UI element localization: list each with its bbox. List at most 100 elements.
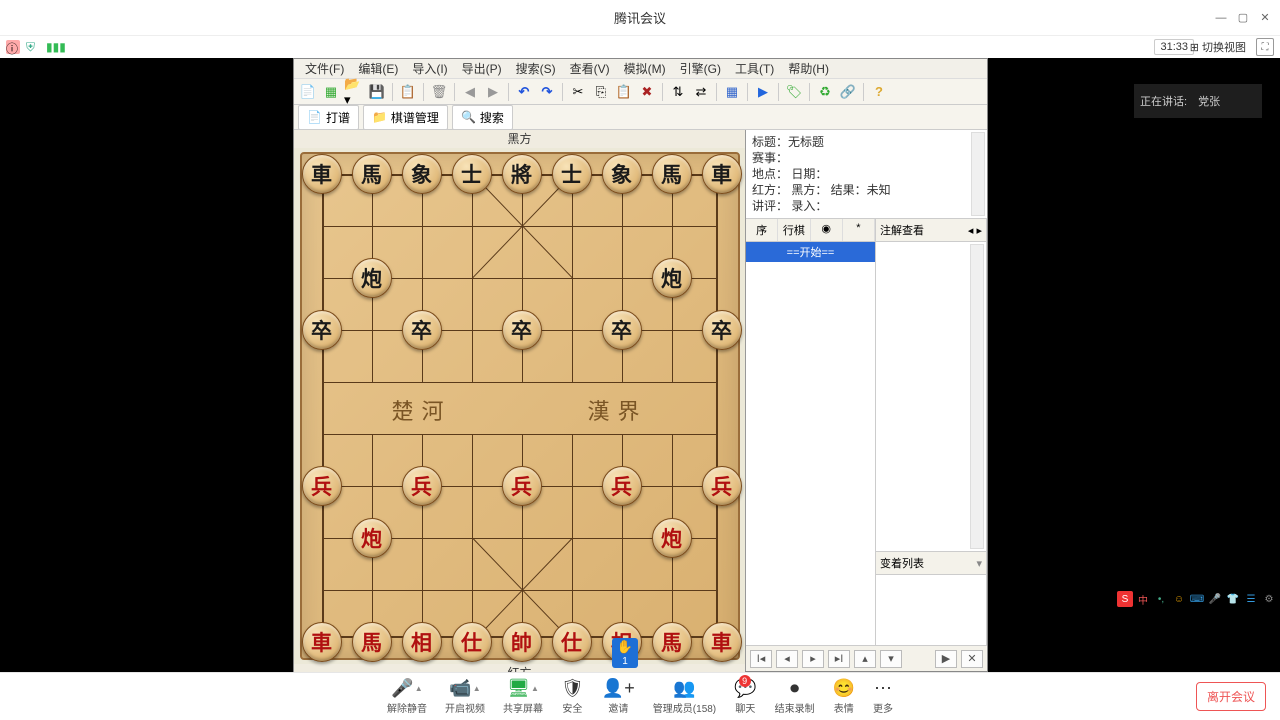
ime-bar[interactable]: S 中 •, ☺ ⌨ 🎤 👕 ☰ ⚙ — [1114, 590, 1280, 608]
piece-red-車[interactable]: 車 — [302, 622, 342, 662]
tab-棋谱管理[interactable]: 📁棋谱管理 — [363, 105, 448, 130]
menu-导入[interactable]: 导入(I) — [406, 58, 453, 79]
move-row-selected[interactable]: ==开始== — [746, 242, 875, 262]
undo-icon[interactable]: ↶ — [514, 82, 534, 102]
open-icon[interactable]: ▦ — [321, 82, 341, 102]
info-icon[interactable]: ⓘ — [6, 40, 20, 54]
piece-red-兵[interactable]: 兵 — [702, 466, 742, 506]
link-icon[interactable]: 🔗 — [838, 82, 858, 102]
piece-red-帥[interactable]: 帥 — [502, 622, 542, 662]
delete-icon[interactable]: 🗑 — [429, 82, 449, 102]
piece-black-炮[interactable]: 炮 — [352, 258, 392, 298]
piece-black-象[interactable]: 象 — [402, 154, 442, 194]
piece-red-仕[interactable]: 仕 — [552, 622, 592, 662]
new-icon[interactable]: 📄 — [298, 82, 318, 102]
piece-red-兵[interactable]: 兵 — [502, 466, 542, 506]
sort-icon[interactable]: ⇅ — [668, 82, 688, 102]
ime-sogou-icon[interactable]: S — [1117, 591, 1133, 607]
scrollbar[interactable] — [970, 244, 984, 549]
ime-skin-icon[interactable]: 👕 — [1225, 591, 1241, 607]
toolbar-安全[interactable]: 🛡安全 — [561, 678, 584, 715]
piece-red-相[interactable]: 相 — [402, 622, 442, 662]
variation-list[interactable] — [876, 575, 986, 645]
ime-zh-icon[interactable]: 中 — [1135, 591, 1151, 607]
tab-打谱[interactable]: 📄打谱 — [298, 105, 359, 130]
scrollbar[interactable] — [971, 132, 985, 216]
ime-voice-icon[interactable]: 🎤 — [1207, 591, 1223, 607]
piece-black-卒[interactable]: 卒 — [402, 310, 442, 350]
menu-查看[interactable]: 查看(V) — [564, 58, 616, 79]
piece-black-象[interactable]: 象 — [602, 154, 642, 194]
piece-black-車[interactable]: 車 — [702, 154, 742, 194]
clipboard-icon[interactable]: 📋 — [398, 82, 418, 102]
piece-black-士[interactable]: 士 — [552, 154, 592, 194]
help-icon[interactable]: ? — [869, 82, 889, 102]
next-move-button[interactable]: ▸ — [802, 650, 824, 668]
minimize-icon[interactable]: — — [1214, 11, 1228, 25]
piece-red-兵[interactable]: 兵 — [402, 466, 442, 506]
toolbar-更多[interactable]: ⋯更多 — [873, 678, 893, 715]
ime-keyboard-icon[interactable]: ⌨ — [1189, 591, 1205, 607]
ime-toolbox-icon[interactable]: ☰ — [1243, 591, 1259, 607]
down-button[interactable]: ▾ — [880, 650, 902, 668]
copy-icon[interactable]: ⎘ — [591, 82, 611, 102]
leave-meeting-button[interactable]: 离开会议 — [1196, 682, 1266, 711]
toolbar-解除静音[interactable]: 🎤▲解除静音 — [387, 678, 427, 715]
piece-black-卒[interactable]: 卒 — [602, 310, 642, 350]
menu-帮助[interactable]: 帮助(H) — [782, 58, 835, 79]
piece-red-兵[interactable]: 兵 — [302, 466, 342, 506]
prev-move-button[interactable]: ◂ — [776, 650, 798, 668]
menu-文件[interactable]: 文件(F) — [299, 58, 350, 79]
piece-black-卒[interactable]: 卒 — [702, 310, 742, 350]
menu-模拟[interactable]: 模拟(M) — [618, 58, 672, 79]
save-icon[interactable]: 💾 — [367, 82, 387, 102]
play-button[interactable]: ▶ — [935, 650, 957, 668]
piece-red-馬[interactable]: 馬 — [352, 622, 392, 662]
toolbar-邀请[interactable]: 👤+邀请 — [602, 678, 635, 715]
close-button[interactable]: ✕ — [961, 650, 983, 668]
up-button[interactable]: ▴ — [854, 650, 876, 668]
piece-black-將[interactable]: 將 — [502, 154, 542, 194]
menu-工具[interactable]: 工具(T) — [729, 58, 780, 79]
ime-settings-icon[interactable]: ⚙ — [1261, 591, 1277, 607]
cut-icon[interactable]: ✂ — [568, 82, 588, 102]
toolbar-共享屏幕[interactable]: 🖥▲共享屏幕 — [503, 678, 543, 715]
fullscreen-icon[interactable]: ⛶ — [1256, 38, 1274, 56]
toolbar-开启视频[interactable]: 📹▲开启视频 — [445, 678, 485, 715]
shield-icon[interactable]: ⛨ — [26, 40, 40, 54]
menu-搜索[interactable]: 搜索(S) — [510, 58, 562, 79]
switch-view-button[interactable]: ⊞切换视图 — [1190, 39, 1246, 55]
grid-icon[interactable]: ▦ — [722, 82, 742, 102]
refresh-icon[interactable]: ♻ — [815, 82, 835, 102]
anno-nav[interactable]: ◂ ▸ — [968, 224, 982, 237]
piece-black-卒[interactable]: 卒 — [302, 310, 342, 350]
toolbar-表情[interactable]: 😊表情 — [833, 678, 855, 715]
piece-black-馬[interactable]: 馬 — [352, 154, 392, 194]
xiangqi-board[interactable]: 楚河 漢界 車馬象士將士象馬車炮炮卒卒卒卒卒兵兵兵兵兵炮炮車馬相仕帥仕相馬車 — [300, 152, 740, 660]
piece-black-車[interactable]: 車 — [302, 154, 342, 194]
piece-black-卒[interactable]: 卒 — [502, 310, 542, 350]
redo-icon[interactable]: ↷ — [537, 82, 557, 102]
tab-搜索[interactable]: 🔍搜索 — [452, 105, 513, 130]
last-move-button[interactable]: ▸I — [828, 650, 850, 668]
ime-face-icon[interactable]: ☺ — [1171, 591, 1187, 607]
toolbar-结束录制[interactable]: ⏺结束录制 — [775, 678, 815, 715]
piece-black-炮[interactable]: 炮 — [652, 258, 692, 298]
ime-punct-icon[interactable]: •, — [1153, 591, 1169, 607]
menu-导出[interactable]: 导出(P) — [456, 58, 508, 79]
piece-red-兵[interactable]: 兵 — [602, 466, 642, 506]
remove-icon[interactable]: ✖ — [637, 82, 657, 102]
piece-black-馬[interactable]: 馬 — [652, 154, 692, 194]
menu-引擎[interactable]: 引擎(G) — [674, 58, 727, 79]
piece-red-馬[interactable]: 馬 — [652, 622, 692, 662]
toolbar-管理成员(158)[interactable]: 👥管理成员(158) — [653, 678, 716, 715]
forward-icon[interactable]: ▶ — [483, 82, 503, 102]
piece-red-車[interactable]: 車 — [702, 622, 742, 662]
moves-list[interactable]: ==开始== — [746, 242, 875, 645]
back-icon[interactable]: ◀ — [460, 82, 480, 102]
network-icon[interactable]: ▮▮▮ — [46, 40, 60, 54]
swap-icon[interactable]: ⇄ — [691, 82, 711, 102]
folder-icon[interactable]: 📂▾ — [344, 82, 364, 102]
maximize-icon[interactable]: ▢ — [1236, 11, 1250, 25]
annotation-body[interactable] — [876, 242, 986, 551]
